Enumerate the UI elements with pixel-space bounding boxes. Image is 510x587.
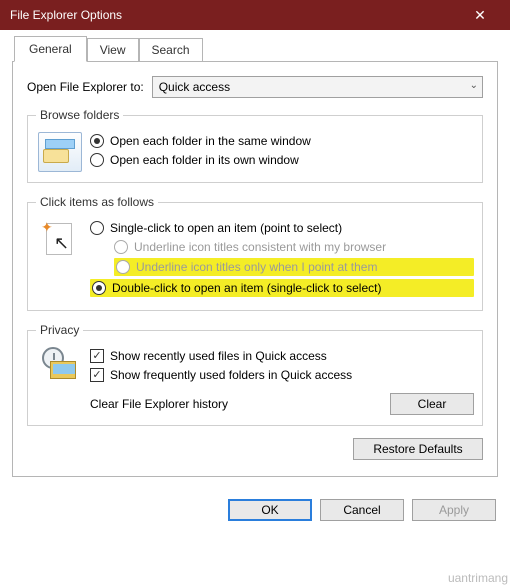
watermark: uantrimang [448,571,508,585]
open-to-label: Open File Explorer to: [27,80,144,94]
open-to-value: Quick access [159,80,230,94]
tab-general[interactable]: General [14,36,87,62]
radio-double-click-label: Double-click to open an item (single-cli… [112,280,381,296]
cursor-icon: ↖ [54,233,69,254]
cancel-button[interactable]: Cancel [320,499,404,521]
tab-search[interactable]: Search [139,38,203,62]
group-privacy: Privacy Show recently used files in Quic… [27,323,483,426]
radio-underline-point [116,260,130,274]
privacy-legend: Privacy [36,323,83,337]
window-title: File Explorer Options [10,8,460,22]
clear-button[interactable]: Clear [390,393,474,415]
click-legend: Click items as follows [36,195,158,209]
tabpanel-general: Open File Explorer to: Quick access ⌄ Br… [12,61,498,477]
tabs: General View Search [12,38,498,62]
titlebar: File Explorer Options ✕ [0,0,510,30]
radio-single-click-label: Single-click to open an item (point to s… [110,220,342,236]
ok-button[interactable]: OK [228,499,312,521]
close-icon[interactable]: ✕ [460,7,500,24]
history-icon [38,347,82,387]
clear-history-label: Clear File Explorer history [90,397,390,411]
group-click-items: Click items as follows ✦ ↖ Single-click … [27,195,483,311]
radio-underline-browser [114,240,128,254]
radio-own-window[interactable] [90,153,104,167]
click-icon: ✦ ↖ [38,219,82,259]
folders-icon [38,132,82,172]
open-to-combobox[interactable]: Quick access ⌄ [152,76,483,98]
radio-same-window[interactable] [90,134,104,148]
tab-view[interactable]: View [87,38,139,62]
checkbox-frequent-folders-label: Show frequently used folders in Quick ac… [110,367,352,383]
checkbox-recent-files-label: Show recently used files in Quick access [110,348,327,364]
radio-own-window-label: Open each folder in its own window [110,152,299,168]
radio-underline-browser-label: Underline icon titles consistent with my… [134,239,386,255]
radio-underline-point-label: Underline icon titles only when I point … [136,259,377,275]
restore-defaults-button[interactable]: Restore Defaults [353,438,483,460]
apply-button: Apply [412,499,496,521]
group-browse-folders: Browse folders Open each folder in the s… [27,108,483,183]
dialog-footer: OK Cancel Apply [0,489,510,531]
chevron-down-icon: ⌄ [470,80,478,91]
radio-same-window-label: Open each folder in the same window [110,133,311,149]
browse-legend: Browse folders [36,108,123,122]
radio-single-click[interactable] [90,221,104,235]
checkbox-recent-files[interactable] [90,349,104,363]
radio-double-click[interactable] [92,281,106,295]
checkbox-frequent-folders[interactable] [90,368,104,382]
